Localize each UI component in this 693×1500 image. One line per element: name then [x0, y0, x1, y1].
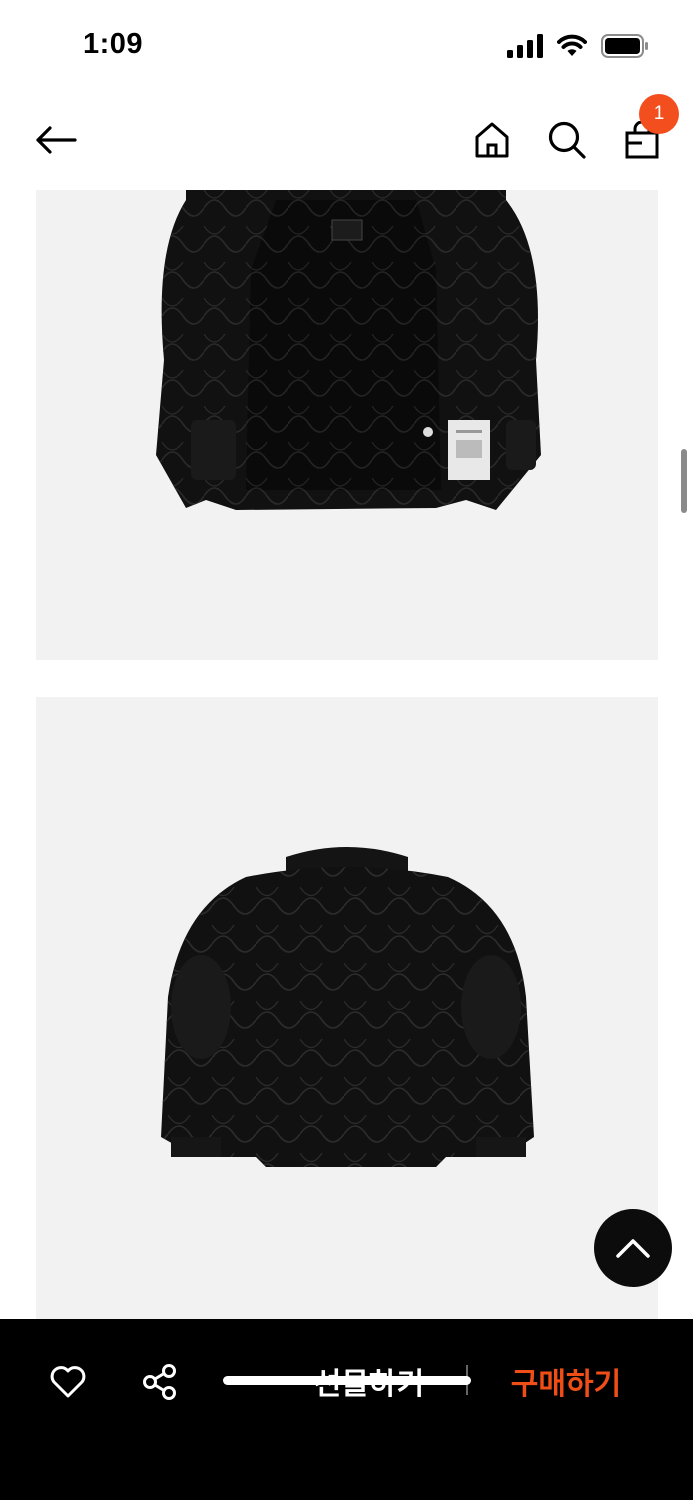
cart-count-badge: 1: [639, 94, 679, 134]
heart-icon: [50, 1366, 86, 1398]
chevron-up-icon: [616, 1239, 650, 1258]
purchase-action-bar: 선물하기 구매하기: [0, 1319, 693, 1500]
scroll-to-top-button[interactable]: [594, 1209, 672, 1287]
product-image-back[interactable]: [36, 697, 658, 1319]
status-bar: 1:09: [0, 0, 693, 92]
status-time: 1:09: [83, 28, 144, 60]
home-icon: [475, 122, 509, 158]
wishlist-button[interactable]: [46, 1360, 90, 1404]
jacket-back-illustration: [161, 847, 534, 1167]
signal-icon: [507, 34, 543, 58]
battery-icon: [601, 34, 648, 58]
search-button[interactable]: [539, 112, 595, 168]
share-button[interactable]: [138, 1360, 182, 1404]
back-button[interactable]: [28, 112, 84, 168]
arrow-left-icon: [36, 126, 77, 154]
home-button[interactable]: [464, 112, 520, 168]
status-icons: [507, 33, 649, 59]
share-icon: [143, 1364, 176, 1400]
wifi-icon: [557, 34, 587, 56]
buy-button[interactable]: 구매하기: [493, 1357, 639, 1405]
product-image-front[interactable]: [36, 190, 658, 660]
search-icon: [548, 121, 586, 159]
scroll-indicator[interactable]: [681, 449, 687, 513]
home-indicator[interactable]: [223, 1376, 471, 1385]
jacket-front-illustration: [156, 190, 541, 510]
top-navigation: [0, 92, 693, 188]
